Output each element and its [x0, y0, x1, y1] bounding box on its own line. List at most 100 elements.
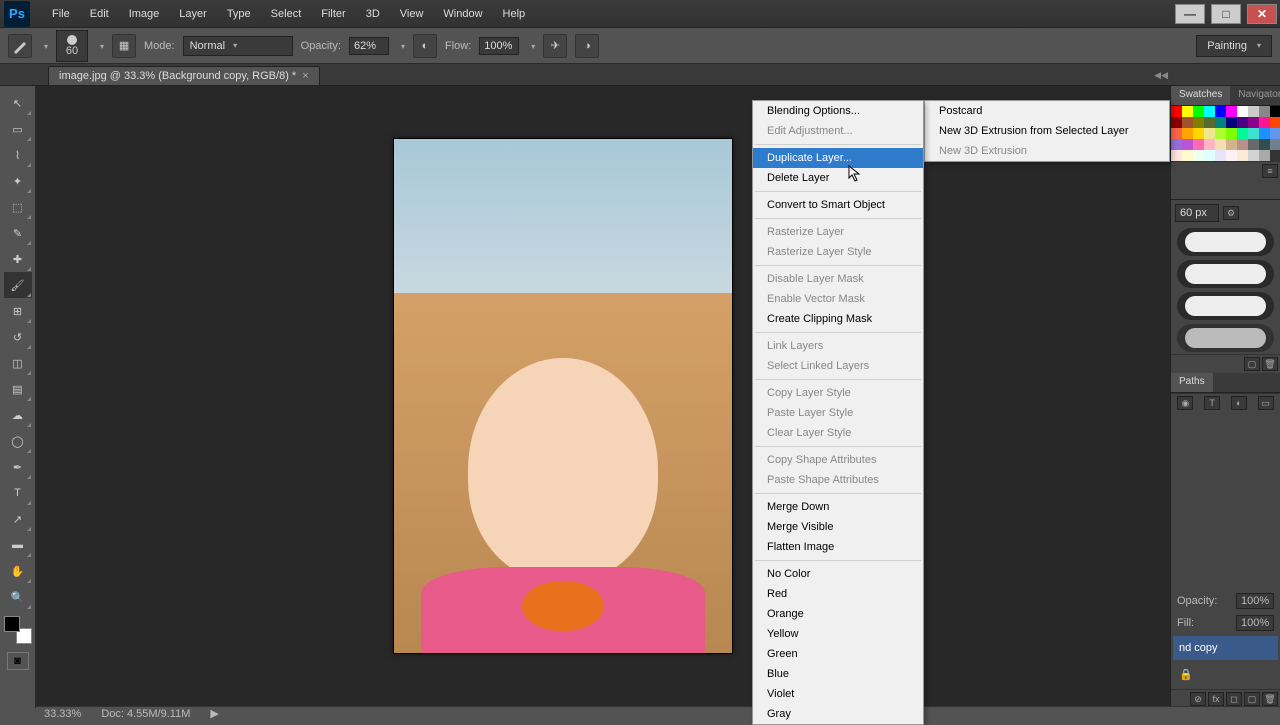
- tool-brush[interactable]: 🖌: [4, 272, 32, 298]
- tool-dodge[interactable]: ◯: [4, 428, 32, 454]
- workspace-switcher[interactable]: Painting: [1196, 35, 1272, 57]
- tool-path-select[interactable]: ↗: [4, 506, 32, 532]
- tab-paths[interactable]: Paths: [1171, 373, 1213, 392]
- ctx-convert-to-smart-object[interactable]: Convert to Smart Object: [753, 195, 923, 215]
- ctx-blue[interactable]: Blue: [753, 664, 923, 684]
- ctx-flatten-image[interactable]: Flatten Image: [753, 537, 923, 557]
- swatches-menu-icon[interactable]: ≡: [1262, 164, 1278, 178]
- brush-preset-1[interactable]: [1177, 228, 1274, 256]
- tool-eyedropper[interactable]: ✎: [4, 220, 32, 246]
- swatch[interactable]: [1237, 150, 1248, 161]
- canvas-area[interactable]: [36, 86, 1280, 708]
- swatch[interactable]: [1182, 117, 1193, 128]
- tool-eraser[interactable]: ◫: [4, 350, 32, 376]
- tool-lasso[interactable]: ⌇: [4, 142, 32, 168]
- tool-shape[interactable]: ▬: [4, 532, 32, 558]
- airbrush-icon[interactable]: ✈: [543, 34, 567, 58]
- menu-window[interactable]: Window: [433, 4, 492, 24]
- swatch[interactable]: [1270, 150, 1280, 161]
- tool-pen[interactable]: ✒: [4, 454, 32, 480]
- brush-settings-icon[interactable]: ⚙: [1223, 206, 1239, 220]
- swatches-panel[interactable]: [1171, 106, 1280, 161]
- swatch[interactable]: [1237, 106, 1248, 117]
- adj-icon[interactable]: ◐: [1231, 396, 1247, 410]
- submenu-new-d-extrusion-from-selected-layer[interactable]: New 3D Extrusion from Selected Layer: [925, 121, 1169, 141]
- close-button[interactable]: ✕: [1247, 4, 1277, 24]
- brush-size-input[interactable]: 60 px: [1175, 204, 1219, 222]
- swatch[interactable]: [1182, 139, 1193, 150]
- layer-row-bg[interactable]: 🔒: [1173, 662, 1278, 687]
- opacity-dropdown[interactable]: [397, 40, 405, 52]
- new-layer-icon[interactable]: ▢: [1244, 692, 1260, 706]
- brush-preset-2[interactable]: [1177, 260, 1274, 288]
- blend-mode-select[interactable]: Normal: [183, 36, 293, 56]
- tool-crop[interactable]: ⬚: [4, 194, 32, 220]
- swatch[interactable]: [1270, 117, 1280, 128]
- ctx-delete-layer[interactable]: Delete Layer: [753, 168, 923, 188]
- swatch[interactable]: [1215, 150, 1226, 161]
- maximize-button[interactable]: □: [1211, 4, 1241, 24]
- new-brush-icon[interactable]: ▢: [1244, 357, 1260, 371]
- swatch[interactable]: [1193, 117, 1204, 128]
- ctx-green[interactable]: Green: [753, 644, 923, 664]
- swatch[interactable]: [1226, 150, 1237, 161]
- delete-layer-icon[interactable]: 🗑: [1262, 692, 1278, 706]
- document-tab-close[interactable]: ×: [302, 70, 308, 82]
- zoom-level[interactable]: 33.33%: [44, 708, 81, 720]
- ctx-violet[interactable]: Violet: [753, 684, 923, 704]
- status-arrow-icon[interactable]: ▶: [210, 707, 218, 720]
- swatch[interactable]: [1193, 106, 1204, 117]
- group-icon[interactable]: ▭: [1258, 396, 1274, 410]
- submenu-postcard[interactable]: Postcard: [925, 101, 1169, 121]
- tool-history-brush[interactable]: ↺: [4, 324, 32, 350]
- tool-magic-wand[interactable]: ✦: [4, 168, 32, 194]
- layer-mask-icon[interactable]: ◻: [1226, 692, 1242, 706]
- flow-dropdown[interactable]: [527, 40, 535, 52]
- swatch[interactable]: [1259, 106, 1270, 117]
- menu-3d[interactable]: 3D: [356, 4, 390, 24]
- layer-opacity-input[interactable]: 100%: [1236, 593, 1274, 609]
- swatch[interactable]: [1259, 139, 1270, 150]
- menu-edit[interactable]: Edit: [80, 4, 119, 24]
- ctx-orange[interactable]: Orange: [753, 604, 923, 624]
- tool-preset-dropdown[interactable]: [40, 40, 48, 52]
- swatch[interactable]: [1171, 117, 1182, 128]
- swatch[interactable]: [1204, 150, 1215, 161]
- swatch[interactable]: [1270, 106, 1280, 117]
- tool-move[interactable]: ↖: [4, 90, 32, 116]
- tool-gradient[interactable]: ▤: [4, 376, 32, 402]
- swatch[interactable]: [1193, 139, 1204, 150]
- swatch[interactable]: [1171, 106, 1182, 117]
- tool-healing[interactable]: ✚: [4, 246, 32, 272]
- tab-swatches[interactable]: Swatches: [1171, 86, 1230, 105]
- menu-image[interactable]: Image: [119, 4, 170, 24]
- swatch[interactable]: [1259, 150, 1270, 161]
- swatch[interactable]: [1248, 139, 1259, 150]
- swatch[interactable]: [1237, 139, 1248, 150]
- swatch[interactable]: [1171, 150, 1182, 161]
- pressure-opacity-icon[interactable]: ◐: [413, 34, 437, 58]
- swatch[interactable]: [1248, 150, 1259, 161]
- swatch[interactable]: [1248, 117, 1259, 128]
- minimize-button[interactable]: —: [1175, 4, 1205, 24]
- swatch[interactable]: [1193, 128, 1204, 139]
- ctx-red[interactable]: Red: [753, 584, 923, 604]
- swatch[interactable]: [1270, 139, 1280, 150]
- layer-fill-input[interactable]: 100%: [1236, 615, 1274, 631]
- filter-icon[interactable]: ◉: [1177, 396, 1193, 410]
- menu-layer[interactable]: Layer: [169, 4, 217, 24]
- swatch[interactable]: [1193, 150, 1204, 161]
- opacity-input[interactable]: 62%: [349, 37, 389, 55]
- tool-rect-marquee[interactable]: ▭: [4, 116, 32, 142]
- swatch[interactable]: [1204, 128, 1215, 139]
- brush-dropdown[interactable]: [96, 40, 104, 52]
- swatch[interactable]: [1182, 106, 1193, 117]
- document-canvas[interactable]: [393, 138, 733, 654]
- panel-collapse-icon[interactable]: ◀◀: [1154, 70, 1168, 81]
- brush-preset-3[interactable]: [1177, 292, 1274, 320]
- menu-view[interactable]: View: [390, 4, 434, 24]
- tab-navigator[interactable]: Navigator: [1230, 86, 1280, 105]
- ctx-yellow[interactable]: Yellow: [753, 624, 923, 644]
- layer-row[interactable]: nd copy: [1173, 636, 1278, 660]
- swatch[interactable]: [1226, 117, 1237, 128]
